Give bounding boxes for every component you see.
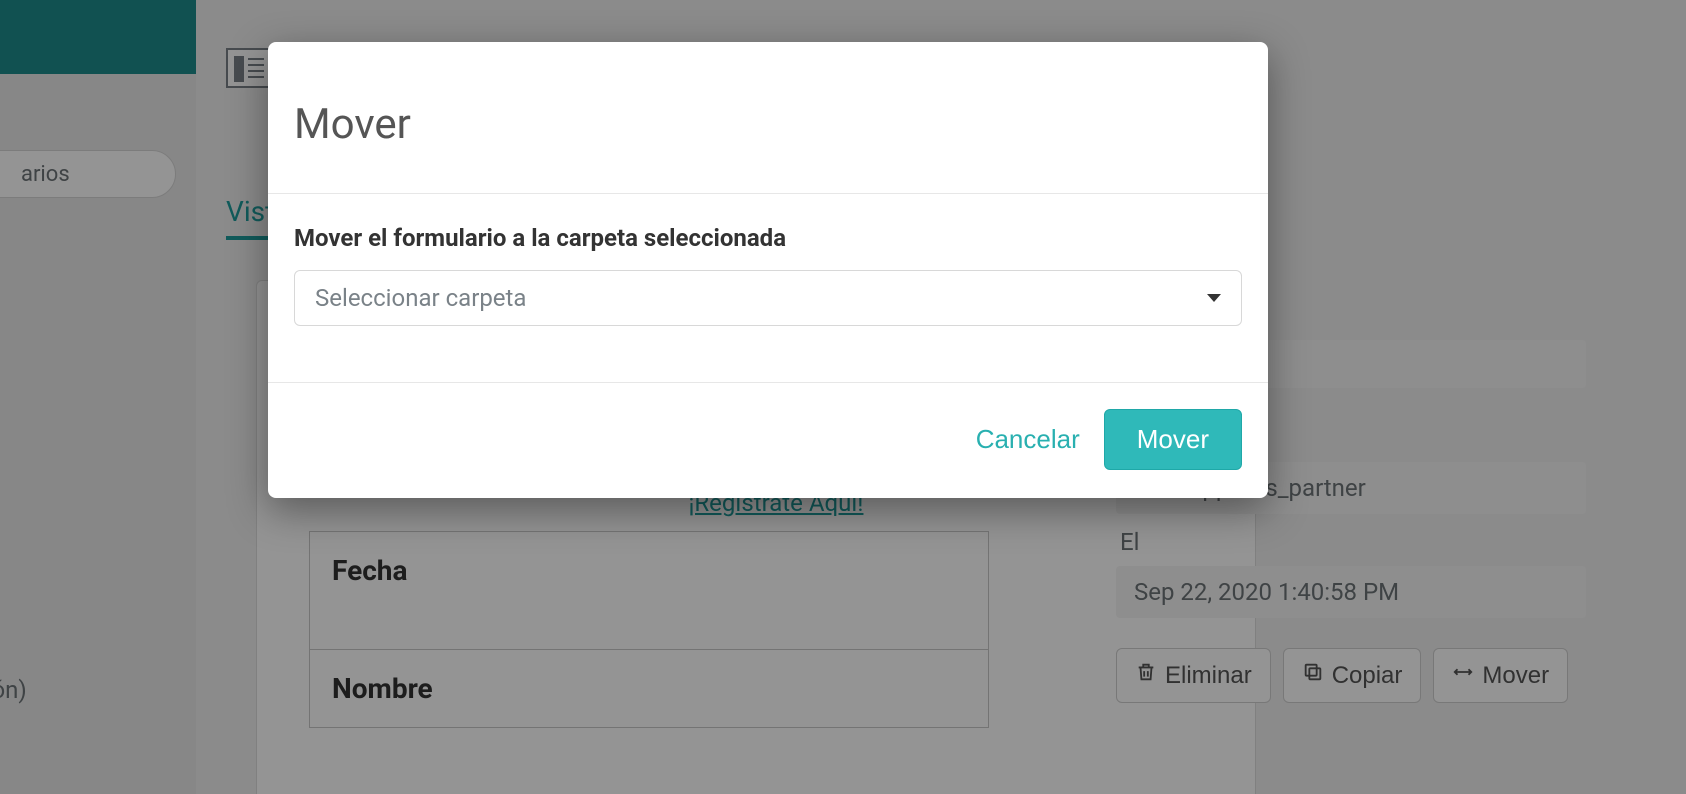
caret-down-icon: [1207, 294, 1221, 302]
modal-title: Mover: [294, 100, 1242, 149]
modal-footer: Cancelar Mover: [268, 383, 1268, 498]
cancel-button[interactable]: Cancelar: [970, 414, 1086, 465]
modal-body-label: Mover el formulario a la carpeta selecci…: [294, 224, 1242, 252]
modal-header: Mover: [268, 42, 1268, 194]
folder-select-placeholder: Seleccionar carpeta: [315, 284, 526, 312]
folder-select[interactable]: Seleccionar carpeta: [294, 270, 1242, 326]
confirm-move-button[interactable]: Mover: [1104, 409, 1242, 470]
modal-body: Mover el formulario a la carpeta selecci…: [268, 194, 1268, 383]
move-modal: Mover Mover el formulario a la carpeta s…: [268, 42, 1268, 498]
